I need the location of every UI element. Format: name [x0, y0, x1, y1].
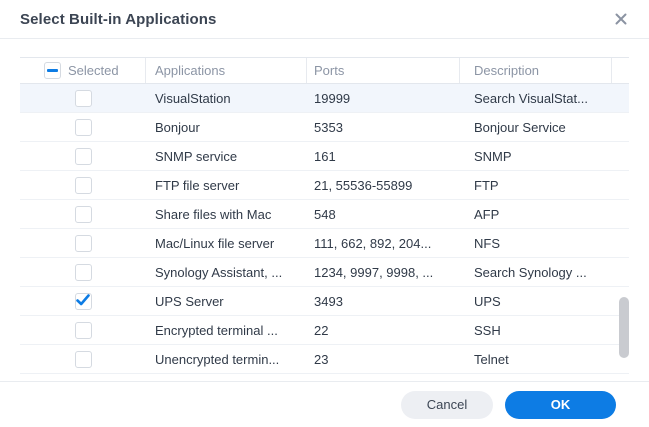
- row-checkbox[interactable]: [75, 90, 92, 107]
- table-row[interactable]: SNMP service 161 SNMP: [20, 142, 629, 171]
- application-description: FTP: [460, 178, 612, 193]
- application-name: Encrypted terminal ...: [146, 323, 307, 338]
- select-built-in-applications-dialog: Select Built-in Applications Selected Ap…: [0, 0, 649, 39]
- row-checkbox[interactable]: [75, 351, 92, 368]
- application-ports: 3493: [307, 294, 460, 309]
- table-row[interactable]: FTP file server 21, 55536-55899 FTP: [20, 171, 629, 200]
- vertical-scrollbar-thumb[interactable]: [619, 297, 629, 358]
- application-description: SNMP: [460, 149, 612, 164]
- application-ports: 21, 55536-55899: [307, 178, 460, 193]
- row-checkbox[interactable]: [75, 235, 92, 252]
- application-description: NFS: [460, 236, 612, 251]
- application-ports: 1234, 9997, 9998, ...: [307, 265, 460, 280]
- row-checkbox[interactable]: [75, 206, 92, 223]
- column-header-description[interactable]: Description: [460, 58, 612, 83]
- row-checkbox[interactable]: [75, 177, 92, 194]
- table-row[interactable]: Synology Assistant, ... 1234, 9997, 9998…: [20, 258, 629, 287]
- application-name: UPS Server: [146, 294, 307, 309]
- row-selected-cell: [20, 90, 146, 107]
- row-checkbox[interactable]: [75, 264, 92, 281]
- application-description: Search Synology ...: [460, 265, 612, 280]
- application-name: VisualStation: [146, 91, 307, 106]
- application-name: SNMP service: [146, 149, 307, 164]
- dialog-titlebar: Select Built-in Applications: [0, 0, 649, 39]
- application-description: Bonjour Service: [460, 120, 612, 135]
- row-checkbox[interactable]: [75, 293, 92, 310]
- row-selected-cell: [20, 264, 146, 281]
- row-selected-cell: [20, 293, 146, 310]
- checkmark-icon: [76, 294, 90, 306]
- application-name: FTP file server: [146, 178, 307, 193]
- table-body: VisualStation 19999 Search VisualStat...…: [20, 84, 629, 374]
- application-name: Bonjour: [146, 120, 307, 135]
- application-name: Unencrypted termin...: [146, 352, 307, 367]
- column-header-applications[interactable]: Applications: [146, 58, 307, 83]
- application-name: Share files with Mac: [146, 207, 307, 222]
- application-ports: 111, 662, 892, 204...: [307, 236, 460, 251]
- row-selected-cell: [20, 177, 146, 194]
- row-selected-cell: [20, 351, 146, 368]
- row-selected-cell: [20, 206, 146, 223]
- applications-table: Selected Applications Ports Description …: [20, 57, 629, 374]
- ok-button[interactable]: OK: [505, 391, 616, 419]
- header-spacer: [612, 58, 629, 83]
- row-selected-cell: [20, 148, 146, 165]
- application-ports: 22: [307, 323, 460, 338]
- column-header-ports[interactable]: Ports: [307, 58, 460, 83]
- table-row[interactable]: Mac/Linux file server 111, 662, 892, 204…: [20, 229, 629, 258]
- application-name: Mac/Linux file server: [146, 236, 307, 251]
- application-ports: 548: [307, 207, 460, 222]
- indeterminate-minus-icon: [47, 69, 58, 72]
- table-row[interactable]: Unencrypted termin... 23 Telnet: [20, 345, 629, 374]
- row-selected-cell: [20, 235, 146, 252]
- application-ports: 161: [307, 149, 460, 164]
- table-row[interactable]: UPS Server 3493 UPS: [20, 287, 629, 316]
- application-ports: 23: [307, 352, 460, 367]
- cancel-button[interactable]: Cancel: [401, 391, 493, 419]
- dialog-title: Select Built-in Applications: [20, 11, 216, 28]
- application-name: Synology Assistant, ...: [146, 265, 307, 280]
- select-all-checkbox[interactable]: [44, 62, 61, 79]
- table-header-row: Selected Applications Ports Description: [20, 57, 629, 84]
- table-row[interactable]: Share files with Mac 548 AFP: [20, 200, 629, 229]
- row-checkbox[interactable]: [75, 119, 92, 136]
- selected-column-label: Selected: [68, 63, 119, 78]
- application-description: SSH: [460, 323, 612, 338]
- application-ports: 5353: [307, 120, 460, 135]
- application-description: AFP: [460, 207, 612, 222]
- close-button[interactable]: [613, 11, 629, 27]
- application-ports: 19999: [307, 91, 460, 106]
- row-checkbox[interactable]: [75, 148, 92, 165]
- table-row[interactable]: Bonjour 5353 Bonjour Service: [20, 113, 629, 142]
- table-row[interactable]: Encrypted terminal ... 22 SSH: [20, 316, 629, 345]
- table-row[interactable]: VisualStation 19999 Search VisualStat...: [20, 84, 629, 113]
- row-checkbox[interactable]: [75, 322, 92, 339]
- application-description: Telnet: [460, 352, 612, 367]
- row-selected-cell: [20, 119, 146, 136]
- close-icon: [615, 13, 627, 25]
- row-selected-cell: [20, 322, 146, 339]
- column-header-selected[interactable]: Selected: [20, 58, 146, 83]
- application-description: Search VisualStat...: [460, 91, 612, 106]
- dialog-footer: Cancel OK: [0, 381, 649, 427]
- application-description: UPS: [460, 294, 612, 309]
